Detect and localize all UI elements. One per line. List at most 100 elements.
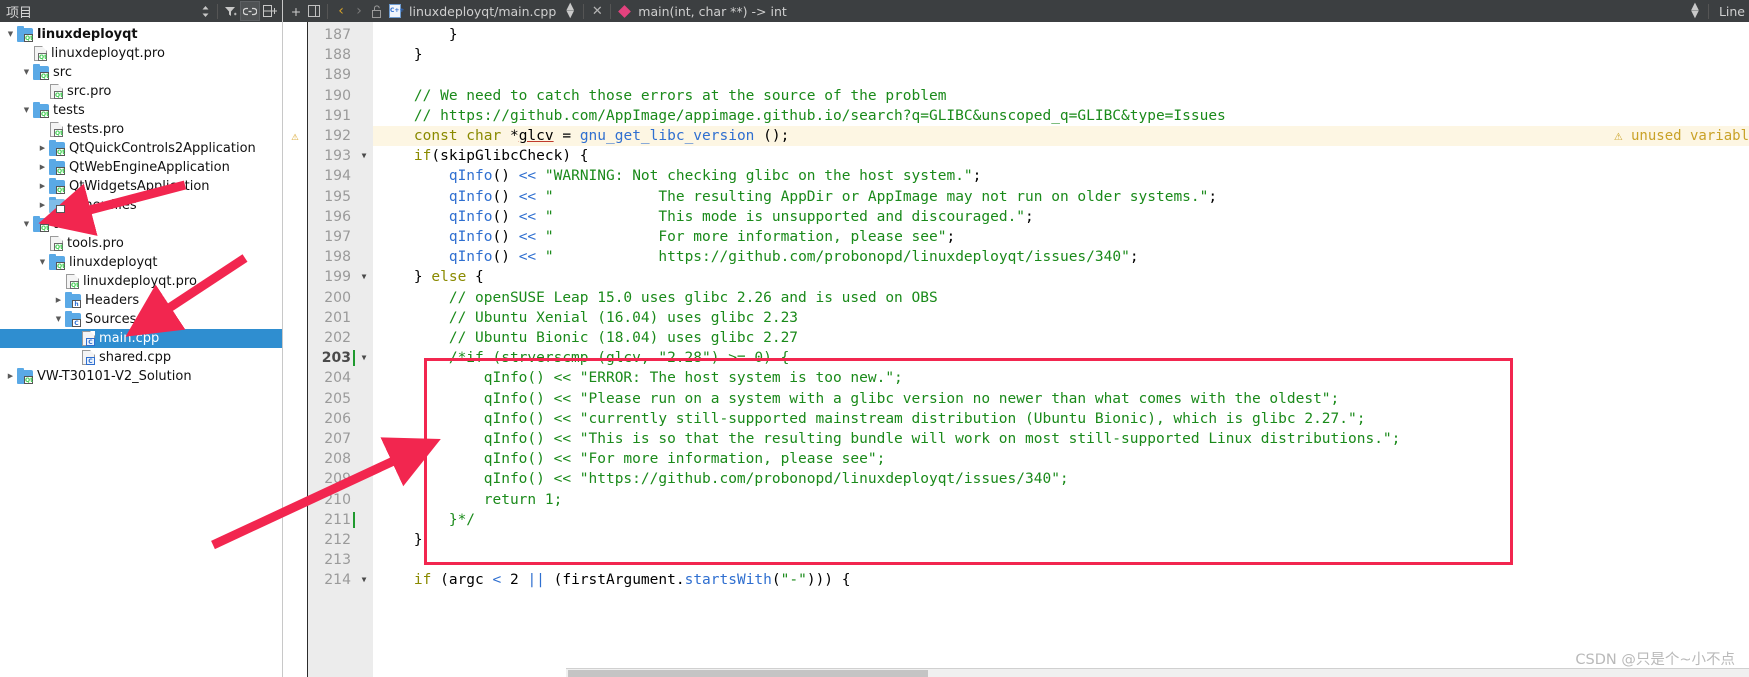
line-number: 187 xyxy=(324,27,351,43)
code-line[interactable]: 189 xyxy=(283,65,1749,85)
tree-item-tools-pro[interactable]: Qt tools.pro xyxy=(0,234,282,253)
chevron-right-icon[interactable]: ▶ xyxy=(36,139,49,158)
unlocked-padlock-icon[interactable] xyxy=(368,1,386,21)
line-number: 195 xyxy=(324,188,351,205)
project-tree[interactable]: ▼ Qt linuxdeployqt Qt linuxdeployqt.pro ▼ Qt sr… xyxy=(0,22,282,386)
code-line[interactable]: 214 ▼ if (argc < 2 || (firstArgument.star… xyxy=(283,570,1749,590)
code-line[interactable]: 194 qInfo() << "WARNING: Not checking gl… xyxy=(283,166,1749,186)
code-area[interactable]: 187 } 188 } 189 190 // We need to catch tho… xyxy=(283,22,1749,677)
code-text: qInfo() << "Please run on a system with … xyxy=(379,389,1340,409)
token: qInfo() << "For more information, please… xyxy=(379,451,886,468)
tree-item-headers[interactable]: ▶ h Headers xyxy=(0,291,282,310)
tree-item-qtwidgetsapplication[interactable]: ▶ Qt QtWidgetsApplication xyxy=(0,177,282,196)
code-line[interactable]: 193 ▼ if(skipGlibcCheck) { xyxy=(283,146,1749,166)
filter-icon[interactable] xyxy=(220,1,240,21)
navigate-back-icon[interactable]: ‹ xyxy=(332,1,350,21)
chevron-down-icon[interactable]: ▼ xyxy=(4,25,17,44)
tree-item-vw-t30101-v2-solution[interactable]: ▶ Qt VW-T30101-V2_Solution xyxy=(0,367,282,386)
tree-item-other-files[interactable]: ▶ Other files xyxy=(0,196,282,215)
symbol-selector[interactable]: main(int, char **) -> int xyxy=(633,4,792,19)
file-dropdown-icon[interactable]: ▲ ▼ xyxy=(561,1,579,21)
chevron-down-icon[interactable]: ▼ xyxy=(20,63,33,82)
code-line[interactable]: 200 // openSUSE Leap 15.0 uses glibc 2.2… xyxy=(283,288,1749,308)
code-line[interactable]: 203 ▼ /*if (strverscmp (glcv, "2.28") >= … xyxy=(283,348,1749,368)
fold-collapse-icon[interactable]: ▼ xyxy=(357,570,371,590)
tree-item-qtwebengineapplication[interactable]: ▶ Qt QtWebEngineApplication xyxy=(0,158,282,177)
line-indicator[interactable]: Line xyxy=(1713,4,1745,19)
tree-item-linuxdeployqt[interactable]: ▼ Qt linuxdeployqt xyxy=(0,25,282,44)
chevron-right-icon[interactable]: ▶ xyxy=(36,177,49,196)
chevron-right-icon[interactable]: ▶ xyxy=(36,196,49,215)
warning-triangle-icon[interactable]: ⚠ xyxy=(288,126,302,146)
code-line[interactable]: 190 // We need to catch those errors at … xyxy=(283,86,1749,106)
code-line[interactable]: 207 qInfo() << "This is so that the resu… xyxy=(283,429,1749,449)
chevron-right-icon[interactable]: ▶ xyxy=(52,291,65,310)
sort-icon[interactable] xyxy=(195,1,215,21)
editor-file-path[interactable]: linuxdeployqt/main.cpp xyxy=(404,4,561,19)
token: gnu_get_libc_version xyxy=(579,128,755,144)
split-pane-icon[interactable] xyxy=(305,1,323,21)
code-line[interactable]: 202 // Ubuntu Bionic (18.04) uses glibc … xyxy=(283,328,1749,348)
token: qInfo() << "currently still-supported ma… xyxy=(379,410,1366,427)
tree-item-src[interactable]: ▼ Qt src xyxy=(0,63,282,82)
tree-item-shared-cpp[interactable]: Cshared.cpp xyxy=(0,348,282,367)
code-line[interactable]: 197 qInfo() << " For more information, p… xyxy=(283,227,1749,247)
code-line[interactable]: 188 } xyxy=(283,45,1749,65)
chevron-right-icon[interactable]: ▶ xyxy=(4,367,17,386)
code-line[interactable]: 205 qInfo() << "Please run on a system w… xyxy=(283,389,1749,409)
split-icon[interactable] xyxy=(260,1,280,21)
chevron-down-icon[interactable]: ▼ xyxy=(36,253,49,272)
link-icon[interactable] xyxy=(240,1,260,21)
code-line[interactable]: 212 } xyxy=(283,530,1749,550)
code-line[interactable]: 199 ▼ } else { xyxy=(283,267,1749,287)
tree-item-main-cpp[interactable]: Cmain.cpp xyxy=(0,329,282,348)
tree-item-linuxdeployqt[interactable]: ▼ Qt linuxdeployqt xyxy=(0,253,282,272)
fold-collapse-icon[interactable]: ▼ xyxy=(357,348,371,368)
horizontal-scrollbar[interactable] xyxy=(566,668,1749,677)
code-line[interactable]: 201 // Ubuntu Xenial (16.04) uses glibc … xyxy=(283,308,1749,328)
close-icon[interactable]: ✕ xyxy=(588,1,606,21)
code-line[interactable]: 187 } xyxy=(283,25,1749,45)
code-line[interactable]: 195 qInfo() << " The resulting AppDir or… xyxy=(283,187,1749,207)
code-line[interactable]: 213 xyxy=(283,550,1749,570)
chevron-right-icon[interactable]: ▶ xyxy=(36,158,49,177)
code-line[interactable]: 209 qInfo() << "https://github.com/probo… xyxy=(283,469,1749,489)
code-line[interactable]: 198 qInfo() << " https://github.com/prob… xyxy=(283,247,1749,267)
code-line[interactable]: ⚠ 192 const char *glcv = gnu_get_libc_ver… xyxy=(283,126,1749,146)
symbol-dropdown-icon[interactable]: ▲ ▼ xyxy=(1686,1,1704,21)
code-text: } else { xyxy=(379,267,484,287)
code-line[interactable]: 208 qInfo() << "For more information, pl… xyxy=(283,449,1749,469)
icon-badge: Qt xyxy=(56,185,65,194)
line-number: 211 xyxy=(324,511,351,528)
icon-badge: Qt xyxy=(40,223,49,232)
code-line[interactable]: 204 qInfo() << "ERROR: The host system i… xyxy=(283,368,1749,388)
navigate-forward-icon[interactable]: › xyxy=(350,1,368,21)
code-text: qInfo() << " https://github.com/probonop… xyxy=(379,247,1139,267)
fold-collapse-icon[interactable]: ▼ xyxy=(357,146,371,166)
tree-item-linuxdeployqt-pro[interactable]: Qt linuxdeployqt.pro xyxy=(0,44,282,63)
code-text: qInfo() << " The resulting AppDir or App… xyxy=(379,187,1217,207)
tree-item-qtquickcontrols2application[interactable]: ▶ Qt QtQuickControls2Application xyxy=(0,139,282,158)
tree-item-tests[interactable]: ▼ Qt tests xyxy=(0,101,282,120)
tree-item-tests-pro[interactable]: Qt tests.pro xyxy=(0,120,282,139)
tree-item-src-pro[interactable]: Qt src.pro xyxy=(0,82,282,101)
code-line[interactable]: 206 qInfo() << "currently still-supporte… xyxy=(283,409,1749,429)
tree-item-linuxdeployqt-pro[interactable]: Qt linuxdeployqt.pro xyxy=(0,272,282,291)
code-line[interactable]: 210 return 1; xyxy=(283,490,1749,510)
add-split-icon[interactable]: + xyxy=(287,1,305,21)
code-line[interactable]: 211 }*/ xyxy=(283,510,1749,530)
file-cpp-icon: C xyxy=(82,331,95,346)
tree-item-sources[interactable]: ▼ C Sources xyxy=(0,310,282,329)
code-text: qInfo() << "For more information, please… xyxy=(379,449,886,469)
chevron-down-icon[interactable]: ▼ xyxy=(20,101,33,120)
fold-collapse-icon[interactable]: ▼ xyxy=(357,267,371,287)
tree-item-tools[interactable]: ▼ Qt tools xyxy=(0,215,282,234)
code-line[interactable]: 196 qInfo() << " This mode is unsupporte… xyxy=(283,207,1749,227)
scrollbar-thumb[interactable] xyxy=(568,670,928,677)
chevron-down-icon[interactable]: ▼ xyxy=(52,310,65,329)
chevron-down-icon[interactable]: ▼ xyxy=(20,215,33,234)
code-line[interactable]: 191 // https://github.com/AppImage/appim… xyxy=(283,106,1749,126)
